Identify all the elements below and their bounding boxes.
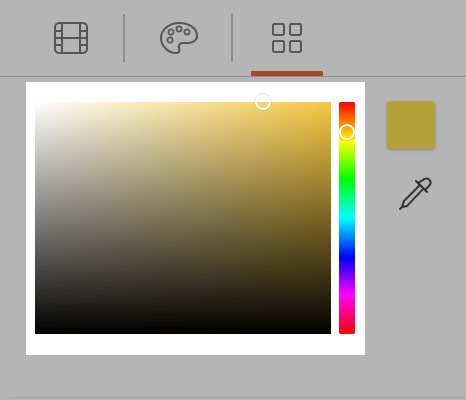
toolbar (0, 0, 466, 77)
film-icon (54, 22, 88, 54)
tab-grid[interactable] (252, 12, 322, 64)
toolbar-divider (0, 76, 466, 77)
brightness-gradient (35, 102, 331, 334)
hue-slider-handle[interactable] (339, 124, 355, 141)
color-picker-panel (26, 82, 365, 355)
eyedropper-button[interactable] (396, 176, 432, 212)
saturation-brightness-handle[interactable] (254, 94, 271, 110)
bottom-divider (10, 397, 466, 398)
grid-icon (272, 23, 302, 53)
eyedropper-icon (399, 177, 432, 210)
selected-color-swatch[interactable] (387, 101, 435, 149)
tab-color[interactable] (144, 12, 214, 64)
toolbar-separator (123, 14, 125, 62)
tab-video[interactable] (36, 12, 106, 64)
saturation-brightness-area[interactable] (35, 94, 331, 334)
hue-slider[interactable] (339, 102, 355, 334)
toolbar-separator (231, 14, 233, 62)
palette-icon (159, 21, 199, 55)
